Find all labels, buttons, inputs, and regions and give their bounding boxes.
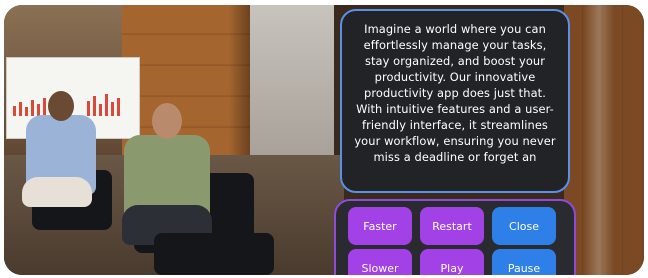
- whiteboard-chart-bar: [13, 106, 16, 116]
- avatar-man-head: [152, 103, 182, 139]
- whiteboard-chart-bar: [105, 94, 108, 116]
- foreground-chair: [154, 233, 274, 275]
- teleprompter-text: Imagine a world where you can effortless…: [354, 22, 556, 164]
- whiteboard-chart-bar: [19, 102, 22, 116]
- avatar-woman-legs: [22, 177, 92, 207]
- whiteboard-chart-bar: [31, 100, 34, 116]
- restart-button[interactable]: Restart: [420, 207, 484, 245]
- avatar-woman-head: [48, 91, 74, 121]
- vr-viewport: Imagine a world where you can effortless…: [4, 5, 644, 275]
- whiteboard-chart-bar: [117, 98, 120, 116]
- whiteboard-chart-bar: [87, 101, 90, 116]
- faster-button[interactable]: Faster: [348, 207, 412, 245]
- slower-button[interactable]: Slower: [348, 249, 412, 275]
- pause-button[interactable]: Pause: [492, 249, 556, 275]
- whiteboard-chart-bar: [93, 96, 96, 116]
- controls-panel: Faster Restart Close Slower Play Pause: [334, 199, 576, 275]
- play-button[interactable]: Play: [420, 249, 484, 275]
- window-light: [584, 5, 614, 275]
- whiteboard-chart-bar: [111, 102, 114, 116]
- close-button[interactable]: Close: [492, 207, 556, 245]
- whiteboard-chart-bar: [25, 107, 28, 116]
- whiteboard-chart-bar: [43, 98, 46, 116]
- text-panel: Imagine a world where you can effortless…: [340, 9, 570, 193]
- whiteboard-chart-bar: [99, 104, 102, 116]
